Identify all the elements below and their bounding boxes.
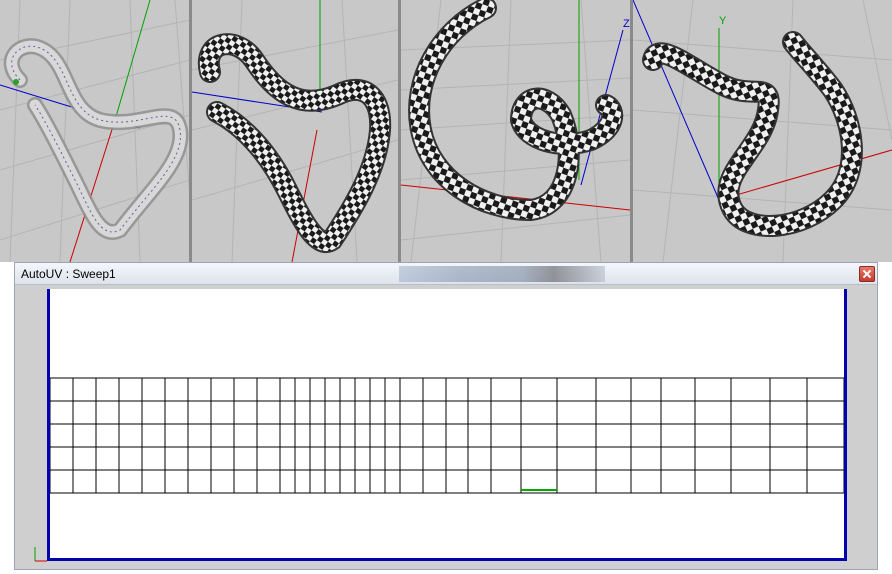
autouv-window[interactable]: AutoUV : Sweep1	[14, 262, 878, 570]
window-titlebar[interactable]: AutoUV : Sweep1	[15, 263, 877, 285]
uv-mesh[interactable]	[50, 289, 844, 558]
axis-label-z: Z	[623, 18, 630, 30]
close-button[interactable]	[859, 266, 875, 282]
checker-scene-2	[192, 0, 398, 262]
viewport-checker-3[interactable]: Z	[401, 0, 630, 262]
titlebar-blurred-region	[399, 266, 605, 282]
uv-axis-indicator-icon	[34, 547, 47, 562]
viewport-checker-4[interactable]: Y	[633, 0, 892, 262]
uv-editor-area[interactable]	[15, 285, 877, 569]
viewport-checker-2[interactable]	[192, 0, 398, 262]
window-title: AutoUV : Sweep1	[21, 267, 116, 281]
uv-grid[interactable]	[50, 377, 844, 494]
axis-label-y: Y	[719, 15, 727, 27]
wireframe-scene	[0, 0, 190, 262]
application-root: Z Y AutoUV: Sweep1	[0, 0, 892, 574]
uv-canvas[interactable]	[47, 289, 847, 561]
checker-scene-3: Z	[401, 0, 630, 262]
viewport-wireframe[interactable]	[0, 0, 190, 262]
checker-scene-4: Y	[633, 0, 892, 262]
